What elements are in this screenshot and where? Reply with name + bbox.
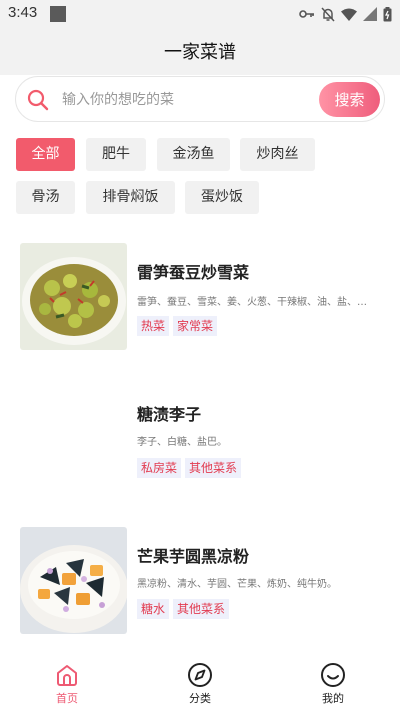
category-chip-fish-soup[interactable]: 金汤鱼 — [157, 138, 230, 171]
search-button[interactable]: 搜索 — [319, 82, 380, 117]
category-chip-rib-rice[interactable]: 排骨焖饭 — [86, 181, 175, 214]
recipe-tag: 私房菜 — [137, 458, 182, 478]
recipe-ingredients: 李子、白糖、盐巴。 — [137, 437, 227, 448]
recipe-card[interactable]: 糖渍李子 李子、白糖、盐巴。 私房菜 其他菜系 — [0, 385, 400, 495]
nav-item-home[interactable]: 首页 — [27, 650, 107, 711]
wifi-icon — [341, 8, 357, 21]
recipe-image — [20, 527, 127, 634]
search-bar: 搜索 — [15, 76, 385, 122]
search-input[interactable] — [62, 89, 282, 111]
nav-label: 分类 — [189, 692, 211, 705]
recipe-card[interactable]: 芒果芋圆黑凉粉 黑凉粉、清水、芋圆、芒果、炼奶、纯牛奶。 糖水 其他菜系 — [0, 527, 400, 637]
recipe-card[interactable]: 雷笋蚕豆炒雪菜 雷笋、蚕豆、雪菜、姜、火葱、干辣椒、油、盐、… 热菜 家常菜 — [0, 243, 400, 353]
category-chip-bone-soup[interactable]: 骨汤 — [16, 181, 75, 214]
category-chip-all[interactable]: 全部 — [16, 138, 75, 171]
recipe-tag: 其他菜系 — [173, 599, 230, 619]
bottom-nav: 首页 分类 我的 — [0, 650, 400, 711]
recipe-title: 糖渍李子 — [137, 405, 202, 424]
recipe-tag: 糖水 — [137, 599, 170, 619]
status-time: 3:43 — [8, 4, 38, 21]
recipe-ingredients: 黑凉粉、清水、芋圆、芒果、炼奶、纯牛奶。 — [137, 579, 337, 590]
recipe-title: 雷笋蚕豆炒雪菜 — [137, 263, 250, 282]
category-chip-beef[interactable]: 肥牛 — [86, 138, 146, 171]
nav-item-profile[interactable]: 我的 — [293, 650, 373, 711]
home-icon — [57, 665, 77, 686]
recipe-tags: 热菜 家常菜 — [137, 316, 218, 336]
signal-icon — [363, 7, 377, 21]
category-chip-pork-shreds[interactable]: 炒肉丝 — [240, 138, 315, 171]
notification-square-icon — [50, 6, 66, 22]
nav-label: 我的 — [322, 692, 344, 705]
app-header: 一家菜谱 — [0, 28, 400, 75]
nav-item-category[interactable]: 分类 — [160, 650, 240, 711]
page-title: 一家菜谱 — [164, 42, 236, 63]
recipe-tags: 糖水 其他菜系 — [137, 599, 230, 619]
smiley-icon — [321, 663, 345, 687]
recipe-tag: 其他菜系 — [185, 458, 242, 478]
status-bar: 3:43 — [0, 0, 400, 28]
mute-bell-icon — [321, 6, 335, 22]
recipe-image — [20, 243, 127, 350]
recipe-tag: 家常菜 — [173, 316, 218, 336]
status-icons — [299, 5, 392, 23]
recipe-tag: 热菜 — [137, 316, 170, 336]
search-icon — [27, 89, 49, 111]
recipe-ingredients: 雷笋、蚕豆、雪菜、姜、火葱、干辣椒、油、盐、… — [137, 297, 367, 308]
compass-icon — [188, 663, 212, 687]
category-chip-egg-fried-rice[interactable]: 蛋炒饭 — [185, 181, 259, 214]
recipe-title: 芒果芋圆黑凉粉 — [137, 547, 250, 566]
nav-label: 首页 — [56, 692, 78, 705]
battery-icon — [383, 6, 392, 21]
recipe-tags: 私房菜 其他菜系 — [137, 458, 242, 478]
key-icon — [299, 10, 314, 18]
